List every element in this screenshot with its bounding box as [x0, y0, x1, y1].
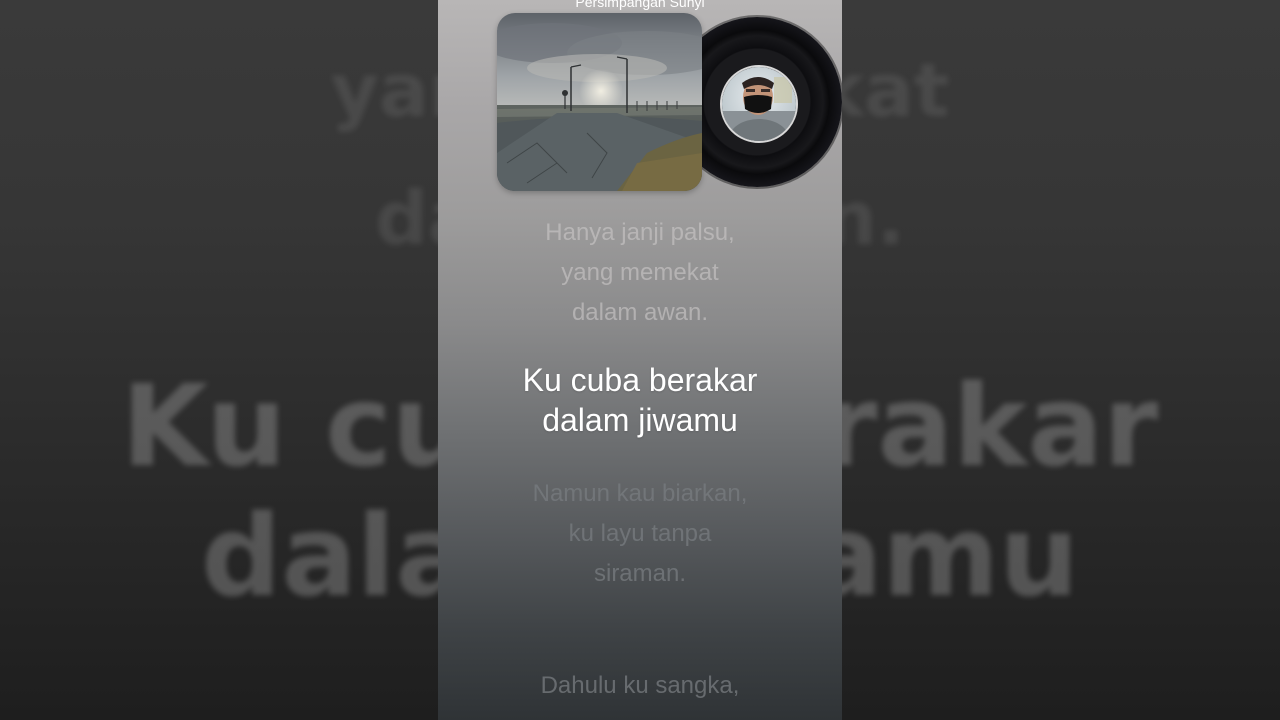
artist-avatar [720, 65, 798, 143]
lyric-upcoming-line-1: Dahulu ku sangka, [540, 672, 740, 699]
player-stage: yang memekat dalam awan. Ku cuba berakar… [0, 0, 1280, 720]
lyric-upcoming: Dahulu ku sangka, [438, 666, 842, 706]
lyric-previous: Hanya janji palsu, yang memekat dalam aw… [438, 213, 842, 333]
lyric-next: Namun kau biarkan, ku layu tanpa siraman… [438, 474, 842, 594]
lyric-previous-line-1: Hanya janji palsu, [545, 219, 735, 246]
song-title: Persimpangan Sunyi [575, 0, 705, 10]
lyric-next-line-3: siraman. [593, 560, 687, 587]
lyric-next-line-1: Namun kau biarkan, [532, 480, 748, 507]
lyric-previous-line-3: dalam awan. [571, 299, 709, 326]
lyrics-panel: Persimpangan Sunyi Hanya janji palsu, ya… [438, 0, 842, 720]
lyric-previous-line-2: yang memekat [561, 259, 719, 286]
lyric-current-line-2: dalam jiwamu [542, 402, 738, 438]
foggy-crossroad-artwork [497, 13, 702, 191]
lyric-current: Ku cuba berakar dalam jiwamu [438, 360, 842, 440]
lyric-next-line-2: ku layu tanpa [568, 520, 712, 547]
lyric-current-line-1: Ku cuba berakar [522, 362, 758, 398]
